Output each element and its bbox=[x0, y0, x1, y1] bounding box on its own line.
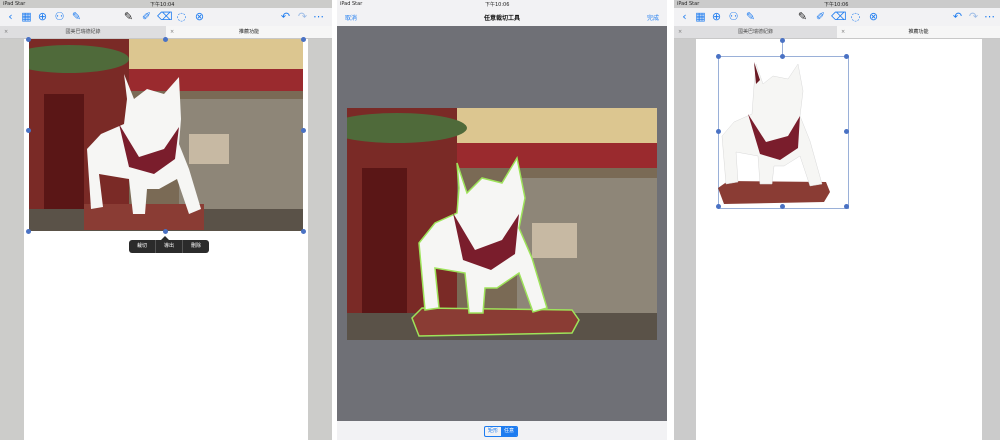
resize-handle[interactable] bbox=[26, 37, 31, 42]
share-icon[interactable]: ⚇ bbox=[53, 10, 66, 23]
close-tab-icon[interactable]: × bbox=[678, 26, 682, 38]
dog-sculpture-photo[interactable] bbox=[29, 39, 303, 231]
resize-handle[interactable] bbox=[163, 229, 168, 234]
freeform-mode-button[interactable]: 任意 bbox=[501, 427, 518, 436]
close-icon[interactable]: ⊗ bbox=[193, 10, 206, 23]
pen-icon[interactable]: ✎ bbox=[796, 10, 809, 23]
undo-icon[interactable]: ↶ bbox=[279, 10, 292, 23]
crop-photo[interactable] bbox=[347, 108, 657, 340]
tab-label: 國美巴瑞德紀錄 bbox=[65, 29, 101, 35]
notes-screen-right: iPad Star 下午10:06 ‹ ▦ ⊕ ⚇ ✎ ✎ ✐ ⌫ ◌ ⊗ ↶ … bbox=[674, 0, 1000, 440]
highlighter-icon[interactable]: ✐ bbox=[140, 10, 153, 23]
resize-handle[interactable] bbox=[844, 54, 849, 59]
close-tab-icon[interactable]: × bbox=[170, 26, 174, 38]
grid-icon[interactable]: ▦ bbox=[694, 10, 707, 23]
done-button[interactable]: 完成 bbox=[647, 13, 659, 22]
back-chevron-icon[interactable]: ‹ bbox=[4, 10, 17, 23]
crop-tool-title: 任意裁切工具 bbox=[483, 15, 520, 22]
resize-handle[interactable] bbox=[301, 128, 306, 133]
resize-handle[interactable] bbox=[716, 204, 721, 209]
resize-handle[interactable] bbox=[301, 37, 306, 42]
tab-features[interactable]: × 推薦功能 bbox=[837, 26, 1000, 38]
crop-mode-segmented-control: 矩形 任意 bbox=[484, 426, 519, 437]
rect-mode-button[interactable]: 矩形 bbox=[485, 427, 501, 436]
resize-handle[interactable] bbox=[844, 129, 849, 134]
crop-mode-bar: 矩形 任意 bbox=[337, 421, 667, 440]
back-chevron-icon[interactable]: ‹ bbox=[678, 10, 691, 23]
resize-handle[interactable] bbox=[844, 204, 849, 209]
carrier-label: iPad Star bbox=[3, 1, 26, 7]
resize-handle[interactable] bbox=[26, 229, 31, 234]
delete-menu-item[interactable]: 刪除 bbox=[183, 240, 209, 253]
status-bar: iPad Star 下午10:04 bbox=[0, 0, 332, 8]
context-menu: 裁切 導出 刪除 bbox=[129, 240, 210, 253]
tab-notes[interactable]: × 國美巴瑞德紀錄 bbox=[0, 26, 166, 38]
clock: 下午10:06 bbox=[824, 2, 849, 8]
cropped-dog-photo[interactable] bbox=[718, 56, 848, 208]
status-bar: iPad Star 下午10:06 bbox=[674, 0, 1000, 8]
more-icon[interactable]: ⋯ bbox=[312, 10, 325, 23]
tab-label: 推薦功能 bbox=[908, 29, 929, 35]
grid-icon[interactable]: ▦ bbox=[20, 10, 33, 23]
add-icon[interactable]: ⊕ bbox=[710, 10, 723, 23]
divider bbox=[667, 0, 674, 440]
carrier-label: iPad Star bbox=[677, 1, 700, 7]
lasso-icon[interactable]: ◌ bbox=[849, 10, 862, 23]
crop-nav-bar: 取消 任意裁切工具 完成 bbox=[337, 8, 667, 26]
crop-tool-screen: iPad Star 下午10:06 取消 任意裁切工具 完成 矩形 任意 bbox=[337, 0, 667, 440]
notes-screen-left: iPad Star 下午10:04 ‹ ▦ ⊕ ⚇ ✎ ✎ ✐ ⌫ ◌ ⊗ ↶ … bbox=[0, 0, 332, 440]
undo-icon[interactable]: ↶ bbox=[951, 10, 964, 23]
top-toolbar: ‹ ▦ ⊕ ⚇ ✎ ✎ ✐ ⌫ ◌ ⊗ ↶ ↷ ⋯ bbox=[0, 8, 332, 26]
resize-handle[interactable] bbox=[716, 54, 721, 59]
add-icon[interactable]: ⊕ bbox=[36, 10, 49, 23]
clock: 下午10:06 bbox=[485, 2, 510, 8]
eraser-icon[interactable]: ⌫ bbox=[831, 10, 847, 23]
more-icon[interactable]: ⋯ bbox=[983, 10, 996, 23]
crop-menu-item[interactable]: 裁切 bbox=[129, 240, 157, 253]
close-tab-icon[interactable]: × bbox=[4, 26, 8, 38]
tab-label: 推薦功能 bbox=[238, 29, 259, 35]
resize-handle[interactable] bbox=[780, 204, 785, 209]
redo-icon[interactable]: ↷ bbox=[296, 10, 309, 23]
resize-handle[interactable] bbox=[716, 129, 721, 134]
tab-notes[interactable]: × 國美巴瑞德紀錄 bbox=[674, 26, 837, 38]
eraser-icon[interactable]: ⌫ bbox=[157, 10, 173, 23]
share-icon[interactable]: ⚇ bbox=[727, 10, 740, 23]
tab-bar: × 國美巴瑞德紀錄 × 推薦功能 bbox=[674, 26, 1000, 39]
tab-features[interactable]: × 推薦功能 bbox=[166, 26, 332, 38]
status-bar: iPad Star 下午10:06 bbox=[337, 0, 667, 8]
tab-label: 國美巴瑞德紀錄 bbox=[737, 29, 773, 35]
edit-icon[interactable]: ✎ bbox=[744, 10, 757, 23]
redo-icon[interactable]: ↷ bbox=[967, 10, 980, 23]
resize-handle[interactable] bbox=[301, 229, 306, 234]
close-icon[interactable]: ⊗ bbox=[867, 10, 880, 23]
pen-icon[interactable]: ✎ bbox=[122, 10, 135, 23]
top-toolbar: ‹ ▦ ⊕ ⚇ ✎ ✎ ✐ ⌫ ◌ ⊗ ↶ ↷ ⋯ bbox=[674, 8, 1000, 26]
edit-icon[interactable]: ✎ bbox=[70, 10, 83, 23]
resize-handle[interactable] bbox=[26, 128, 31, 133]
highlighter-icon[interactable]: ✐ bbox=[814, 10, 827, 23]
close-tab-icon[interactable]: × bbox=[841, 26, 845, 38]
rotate-handle[interactable] bbox=[780, 38, 785, 43]
carrier-label: iPad Star bbox=[340, 1, 363, 7]
export-menu-item[interactable]: 導出 bbox=[156, 240, 184, 253]
resize-handle[interactable] bbox=[780, 54, 785, 59]
clock: 下午10:04 bbox=[150, 2, 175, 8]
resize-handle[interactable] bbox=[163, 37, 168, 42]
lasso-icon[interactable]: ◌ bbox=[175, 10, 188, 23]
